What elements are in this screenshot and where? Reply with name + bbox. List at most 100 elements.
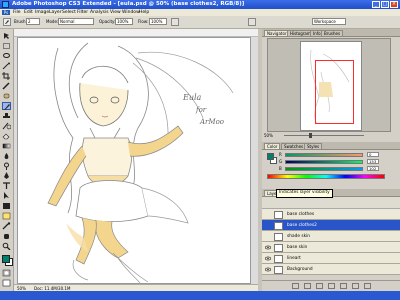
- menu-help[interactable]: Help: [139, 10, 149, 15]
- layer-name[interactable]: base skin: [287, 245, 307, 250]
- navigator-view-box[interactable]: [315, 60, 354, 124]
- crop-tool-icon[interactable]: [2, 72, 11, 80]
- workspace-menu[interactable]: Workspace: [312, 18, 346, 25]
- layer-thumbnail: [274, 266, 283, 274]
- menu-image[interactable]: Image: [35, 10, 49, 15]
- title-bar: Adobe Photoshop CS3 Extended - [eula.psd…: [0, 0, 400, 9]
- color-foreground-swatch[interactable]: [267, 153, 274, 160]
- eye-icon[interactable]: [264, 245, 272, 250]
- channel-g-value[interactable]: 153: [367, 159, 379, 164]
- brush-tool-icon[interactable]: [2, 102, 11, 110]
- channel-r-slider[interactable]: [285, 153, 363, 157]
- link-layers-icon[interactable]: [292, 283, 299, 289]
- move-tool-icon[interactable]: [2, 32, 11, 40]
- quick-mask-icon[interactable]: [2, 269, 11, 277]
- channel-r-value[interactable]: 0: [367, 152, 379, 157]
- color-ramp[interactable]: [267, 174, 385, 179]
- new-layer-icon[interactable]: [352, 283, 359, 289]
- layer-name[interactable]: base clothes: [287, 212, 314, 217]
- channel-g-slider[interactable]: [285, 160, 363, 164]
- marquee-tool-icon[interactable]: [2, 42, 11, 50]
- channel-r-label: R: [279, 152, 282, 157]
- menu-window[interactable]: Window: [122, 10, 140, 15]
- shape-tool-icon[interactable]: [2, 202, 11, 210]
- tab-swatches[interactable]: Swatches: [281, 143, 307, 149]
- flow-label: Flow:: [138, 19, 149, 24]
- layer-row[interactable]: base clothes: [262, 209, 400, 220]
- tab-brushes[interactable]: Brushes: [321, 30, 344, 36]
- mode-select[interactable]: Normal: [58, 18, 94, 25]
- clone-stamp-tool-icon[interactable]: [2, 112, 11, 120]
- history-brush-tool-icon[interactable]: [2, 122, 12, 130]
- close-button[interactable]: ×: [390, 1, 398, 8]
- layer-visibility-tooltip: Indicates layer visibility: [276, 189, 333, 198]
- gradient-tool-icon[interactable]: [2, 142, 11, 150]
- layer-row[interactable]: Background: [262, 264, 400, 275]
- layers-options-row: [262, 197, 400, 209]
- screen-mode-icon[interactable]: [2, 279, 11, 287]
- pen-tool-icon[interactable]: [2, 172, 11, 180]
- menu-view[interactable]: View: [110, 10, 121, 15]
- channel-b-value[interactable]: 102: [367, 166, 379, 171]
- mode-label: Mode:: [46, 19, 59, 24]
- foreground-color-swatch[interactable]: [2, 255, 10, 263]
- eye-icon[interactable]: [265, 212, 271, 217]
- layer-style-icon[interactable]: [304, 283, 311, 289]
- layer-row[interactable]: shade skin: [262, 231, 400, 242]
- brush-tool-preset-icon[interactable]: [3, 18, 11, 26]
- notes-tool-icon[interactable]: [2, 212, 11, 220]
- tab-styles[interactable]: Styles: [304, 143, 323, 149]
- layer-name[interactable]: lineart: [287, 256, 301, 261]
- navigator-zoom-value[interactable]: 50%: [264, 133, 273, 138]
- eye-icon[interactable]: [265, 234, 271, 239]
- maximize-button[interactable]: □: [381, 1, 389, 8]
- hand-tool-icon[interactable]: [2, 232, 11, 240]
- new-group-icon[interactable]: [340, 283, 347, 289]
- healing-brush-tool-icon[interactable]: [2, 92, 11, 100]
- eye-icon[interactable]: [264, 267, 272, 272]
- menu-edit[interactable]: Edit: [24, 10, 33, 15]
- layer-name[interactable]: Background: [287, 267, 313, 272]
- adjustment-layer-icon[interactable]: [328, 283, 335, 289]
- channel-b-slider[interactable]: [285, 167, 363, 171]
- navigator-view[interactable]: [267, 38, 391, 132]
- airbrush-toggle-icon[interactable]: [171, 18, 179, 26]
- zoom-tool-icon[interactable]: [2, 242, 11, 251]
- menu-select[interactable]: Select: [62, 10, 76, 15]
- layer-row[interactable]: lineart: [262, 253, 400, 264]
- layer-name[interactable]: shade skin: [287, 234, 310, 239]
- menu-file[interactable]: File: [13, 10, 21, 15]
- blur-tool-icon[interactable]: [2, 152, 11, 160]
- path-selection-tool-icon[interactable]: [2, 192, 11, 200]
- slice-tool-icon[interactable]: [2, 82, 11, 90]
- layer-row[interactable]: base skin: [262, 242, 400, 253]
- palette-well-icon[interactable]: [248, 18, 256, 26]
- navigator-zoom-slider[interactable]: [284, 135, 364, 136]
- dodge-tool-icon[interactable]: [2, 162, 11, 170]
- magic-wand-tool-icon[interactable]: [2, 62, 11, 70]
- ps-logo-icon: Ps: [2, 10, 10, 15]
- menu-filter[interactable]: Filter: [77, 10, 88, 15]
- trash-icon[interactable]: [364, 283, 371, 289]
- eraser-tool-icon[interactable]: [2, 132, 11, 140]
- eyedropper-tool-icon[interactable]: [2, 222, 11, 230]
- eye-icon[interactable]: [265, 223, 271, 228]
- options-bar: Brush: 2 Mode: Normal Opacity: 100% Flow…: [0, 16, 400, 29]
- eye-icon[interactable]: [264, 256, 272, 261]
- flow-field[interactable]: 100%: [149, 18, 167, 25]
- canvas[interactable]: Eula for ArMoo: [17, 37, 251, 284]
- opacity-field[interactable]: 100%: [115, 18, 133, 25]
- minimize-button[interactable]: _: [372, 1, 380, 8]
- brush-size-picker[interactable]: 2: [26, 18, 40, 25]
- type-tool-icon[interactable]: [2, 182, 11, 190]
- menu-layer[interactable]: Layer: [49, 10, 62, 15]
- lasso-tool-icon[interactable]: [2, 52, 11, 60]
- menu-analysis[interactable]: Analysis: [90, 10, 109, 15]
- tab-navigator[interactable]: Navigator: [264, 30, 290, 36]
- layer-name[interactable]: base clothes2: [287, 223, 317, 228]
- layer-row[interactable]: base clothes2: [262, 220, 400, 231]
- layer-mask-icon[interactable]: [316, 283, 323, 289]
- color-panel-tabs: Color Swatches Styles: [262, 142, 400, 150]
- navigator-zoom-thumb[interactable]: [309, 133, 312, 138]
- tab-color[interactable]: Color: [264, 143, 281, 149]
